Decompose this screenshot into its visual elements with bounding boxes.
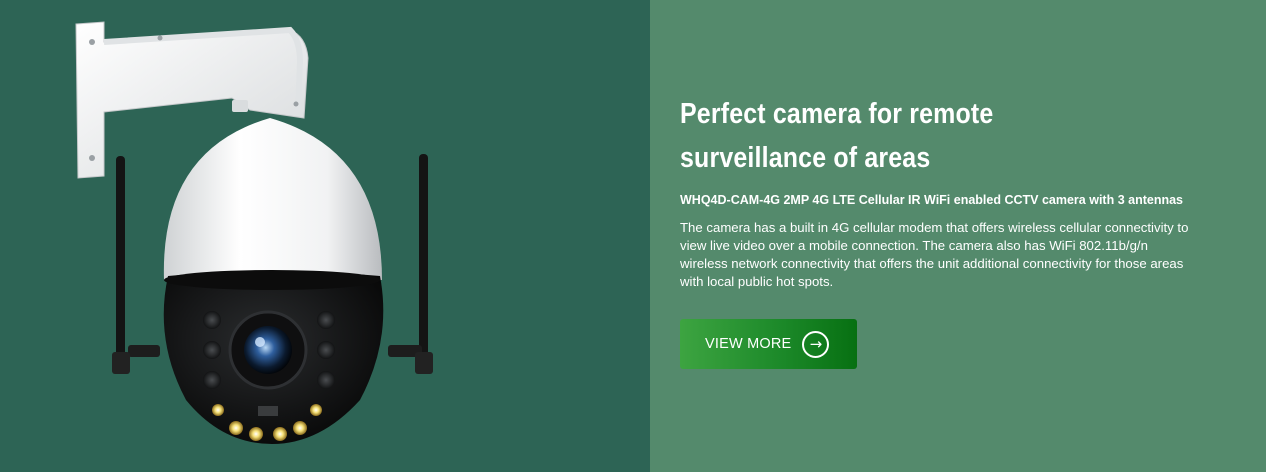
arrow-right-circle-icon: → — [802, 330, 830, 358]
view-more-label: VIEW MORE — [705, 336, 792, 352]
product-model-subtitle: WHQ4D-CAM-4G 2MP 4G LTE Cellular IR WiFi… — [680, 193, 1183, 207]
hero-banner: Perfect camera for remote surveillance o… — [0, 0, 1266, 472]
content-panel: Perfect camera for remote surveillance o… — [650, 0, 1266, 472]
product-image-panel — [0, 0, 650, 472]
product-description: The camera has a built in 4G cellular mo… — [680, 220, 1189, 289]
ptz-camera-image — [75, 21, 433, 444]
banner-title: Perfect camera for remote surveillance o… — [680, 98, 994, 174]
view-more-button[interactable]: VIEW MORE → — [680, 319, 857, 369]
